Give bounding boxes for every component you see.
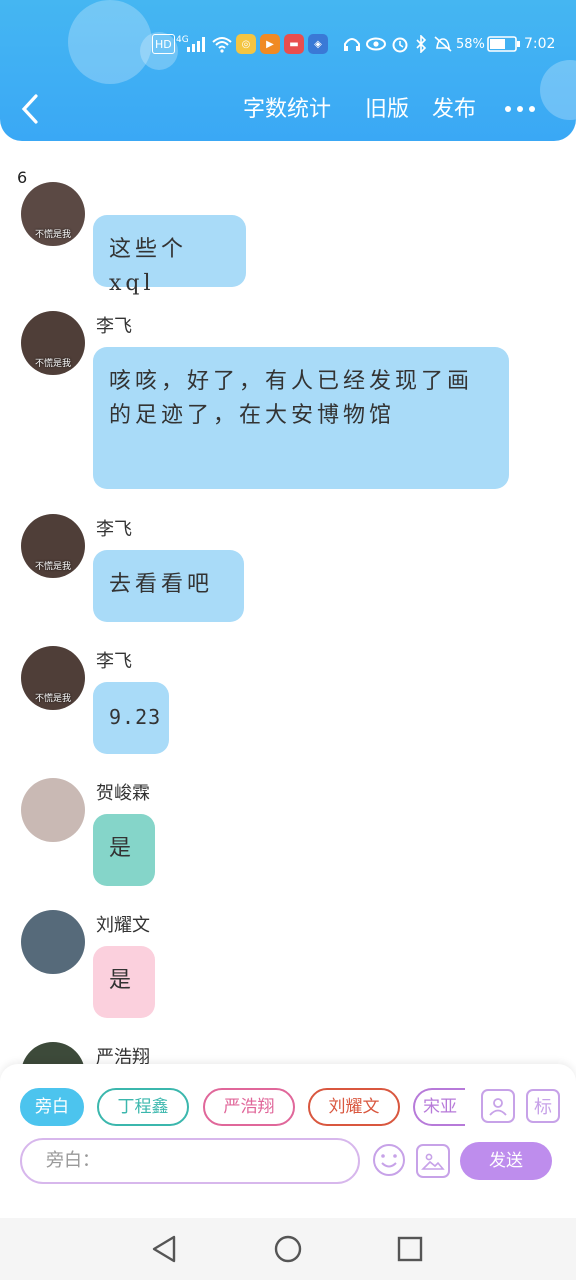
- system-nav-bar: [0, 1218, 576, 1280]
- nav-recents-icon[interactable]: [396, 1235, 424, 1267]
- sender-name: 刘耀文: [96, 915, 150, 936]
- avatar[interactable]: [21, 910, 85, 974]
- nav-home-icon[interactable]: [273, 1234, 303, 1268]
- clock-time: 7:02: [524, 36, 556, 52]
- sender-name: 贺峻霖: [96, 783, 150, 804]
- avatar-caption: 不慌是我: [34, 694, 71, 704]
- shop-app-icon: ▬: [284, 34, 304, 54]
- more-icon[interactable]: [505, 100, 539, 118]
- decor-bubble: [540, 60, 576, 120]
- sender-name: 李飞: [96, 651, 132, 672]
- avatar-caption: 不慌是我: [34, 562, 71, 572]
- avatar[interactable]: 不慌是我: [21, 646, 85, 710]
- headphones-icon: [343, 34, 361, 54]
- person-card-icon[interactable]: [481, 1089, 515, 1123]
- avatar[interactable]: 不慌是我: [21, 182, 85, 246]
- sender-name: 李飞: [96, 519, 132, 540]
- alarm-icon: [391, 34, 409, 54]
- avatar[interactable]: 不慌是我: [21, 514, 85, 578]
- message-bubble[interactable]: 是: [93, 946, 155, 1018]
- role-chip[interactable]: 严浩翔: [203, 1088, 295, 1126]
- hd-badge: HD: [152, 34, 175, 54]
- role-chip[interactable]: 宋亚: [413, 1088, 465, 1126]
- message-bubble[interactable]: 这些个xql: [93, 215, 246, 296]
- browser-app-icon: ◈: [308, 34, 328, 54]
- battery-percent: 58%: [456, 36, 485, 52]
- message-bubble[interactable]: 去看看吧: [93, 550, 244, 622]
- back-button[interactable]: [18, 92, 48, 128]
- smile-icon[interactable]: [372, 1143, 406, 1177]
- word-count-button[interactable]: 字数统计: [243, 94, 331, 126]
- avatar[interactable]: 不慌是我: [21, 311, 85, 375]
- eye-icon: [366, 34, 386, 54]
- signal-icon: [186, 34, 208, 54]
- send-button[interactable]: 发送: [460, 1142, 552, 1180]
- message-bubble[interactable]: 是: [93, 814, 155, 886]
- avatar[interactable]: [21, 778, 85, 842]
- avatar-caption: 不慌是我: [34, 230, 71, 240]
- old-version-button[interactable]: 旧版: [365, 94, 409, 126]
- bluetooth-icon: [415, 34, 427, 54]
- video-app-icon: ▶: [260, 34, 280, 54]
- message-bubble[interactable]: 9.23: [93, 682, 169, 754]
- app-header: HD 4G ◎ ▶ ▬ ◈ 58% 7:02 字数统计 旧版 发布: [0, 0, 576, 141]
- sender-name: 李飞: [96, 316, 132, 337]
- status-bar: HD 4G ◎ ▶ ▬ ◈ 58% 7:02: [0, 30, 576, 58]
- message-bubble[interactable]: 咳咳，好了，有人已经发现了画的足迹了，在大安博物馆: [93, 347, 509, 489]
- role-chip[interactable]: 丁程鑫: [97, 1088, 189, 1126]
- publish-button[interactable]: 发布: [432, 94, 476, 126]
- word-count-value: 6: [17, 168, 28, 187]
- battery-icon: [487, 34, 521, 54]
- app-notification-icon: ◎: [236, 34, 256, 54]
- role-chip-narrator[interactable]: 旁白: [20, 1088, 84, 1126]
- wifi-icon: [211, 34, 233, 54]
- mute-icon: [433, 34, 453, 54]
- role-chip[interactable]: 刘耀文: [308, 1088, 400, 1126]
- nav-back-icon[interactable]: [150, 1234, 180, 1268]
- chevron-left-icon: [21, 94, 38, 124]
- tag-button[interactable]: 标: [526, 1089, 560, 1123]
- image-icon[interactable]: [416, 1144, 450, 1178]
- avatar-caption: 不慌是我: [34, 359, 71, 369]
- message-input[interactable]: 旁白：: [20, 1138, 360, 1184]
